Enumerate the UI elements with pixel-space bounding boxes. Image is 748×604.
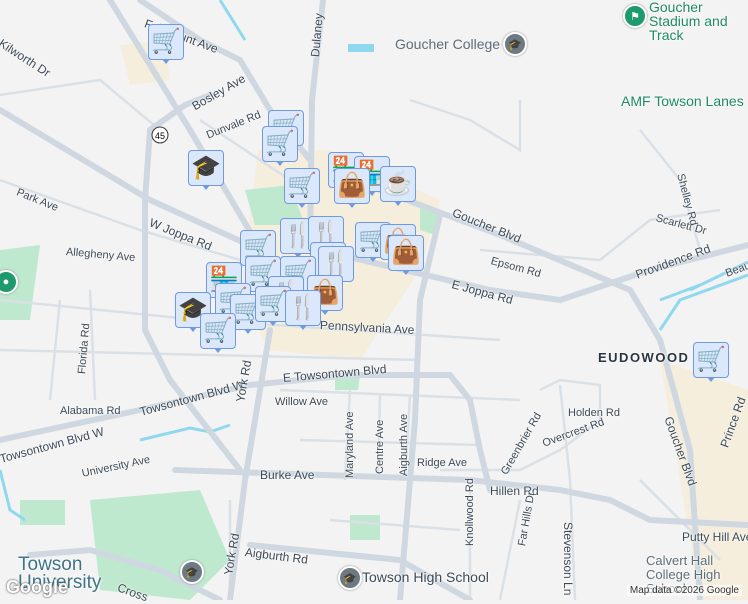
place-label-goucher-college[interactable]: Goucher College (395, 36, 500, 52)
street-label: Aigburth Ave (398, 413, 410, 476)
school-pin-icon[interactable]: 🎓 (503, 32, 527, 56)
restaurant-icon: 🍴 (285, 290, 321, 326)
street-label: Willow Ave (275, 396, 328, 408)
school-icon: 🎓 (188, 150, 224, 186)
street-label: Stevenson Ln (561, 522, 575, 596)
neighborhood-label: EUDOWOOD (598, 350, 690, 365)
street-label: Centre Ave (374, 419, 386, 474)
street-label: Putty Hill Ave (682, 530, 748, 544)
map-attribution[interactable]: Map data ©2026 Google (626, 585, 742, 596)
pond (348, 44, 374, 52)
shopping-bag-icon: 👜 (388, 235, 424, 271)
school-marker[interactable]: 🎓 (188, 150, 226, 196)
shopping-cart-marker[interactable]: 🛒 (200, 313, 238, 359)
street-label: Knollwood Rd (464, 478, 476, 546)
coffee-marker[interactable]: ☕ (380, 166, 418, 212)
shopping-cart-marker[interactable]: 🛒 (284, 168, 322, 214)
stadium-pin-icon[interactable]: ⚑ (623, 4, 647, 28)
restaurant-marker[interactable]: 🍴 (285, 290, 323, 336)
map-canvas[interactable]: 45 (0, 0, 748, 600)
shopping-cart-icon: 🛒 (148, 24, 184, 60)
shopping-cart-icon: 🛒 (200, 313, 236, 349)
school-pin-icon[interactable]: 🎓 (180, 560, 204, 584)
route-shield-number: 45 (155, 131, 165, 141)
street-label: Ridge Ave (417, 457, 467, 469)
place-label-amf[interactable]: AMF Towson Lanes (621, 93, 744, 109)
shopping-cart-icon: 🛒 (262, 126, 298, 162)
google-logo: Google (6, 577, 68, 597)
street-label: Maryland Ave (344, 411, 356, 478)
street-label: Holden Rd (568, 407, 620, 419)
coffee-icon: ☕ (380, 166, 416, 202)
place-label-goucher-stadium[interactable]: Goucher Stadium and Track (649, 0, 748, 42)
shopping-cart-marker[interactable]: 🛒 (148, 24, 186, 70)
street-label: Alabama Rd (60, 405, 121, 417)
shopping-cart-marker[interactable]: 🛒 (262, 126, 300, 172)
school-pin-icon[interactable]: 🎓 (338, 566, 362, 590)
shopping-bag-marker[interactable]: 👜 (388, 235, 426, 281)
shopping-bag-icon: 👜 (334, 168, 370, 204)
street-label: Burke Ave (260, 468, 315, 482)
shopping-cart-icon: 🛒 (693, 342, 729, 378)
place-label-towson-high[interactable]: Towson High School (362, 569, 489, 585)
shopping-bag-marker[interactable]: 👜 (334, 168, 372, 214)
shopping-cart-marker[interactable]: 🛒 (693, 342, 731, 388)
shopping-cart-icon: 🛒 (284, 168, 320, 204)
